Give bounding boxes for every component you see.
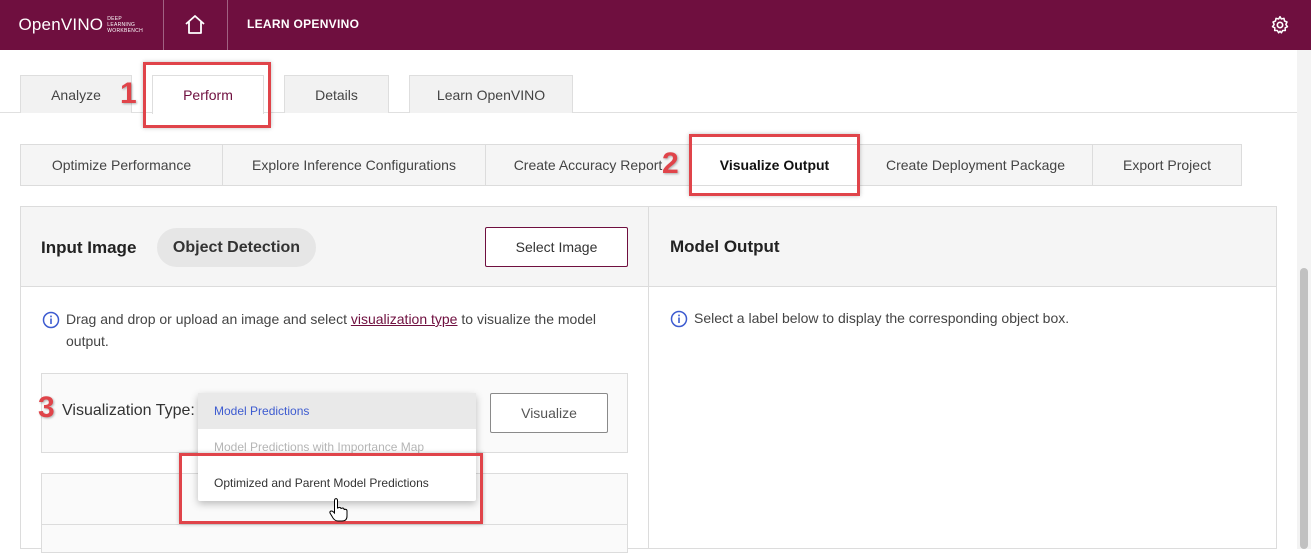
input-panel-header: Input Image Object Detection Select Imag… [21, 207, 648, 287]
subtab-optimize-performance[interactable]: Optimize Performance [21, 145, 223, 185]
tab-analyze[interactable]: Analyze [20, 75, 132, 113]
input-info-text: Drag and drop or upload an image and sel… [66, 308, 626, 352]
home-icon[interactable] [183, 13, 207, 37]
subtab-explore-inference[interactable]: Explore Inference Configurations [223, 145, 486, 185]
drop-zone-divider [42, 524, 627, 525]
tab-details[interactable]: Details [284, 75, 389, 113]
annotation-number-3: 3 [38, 391, 55, 425]
subtab-create-deployment-package[interactable]: Create Deployment Package [859, 145, 1093, 185]
header-divider [163, 0, 164, 50]
annotation-number-1: 1 [120, 77, 137, 111]
top-bar: OpenVINO DEEP LEARNING WORKBENCH LEARN O… [0, 0, 1311, 50]
select-image-button[interactable]: Select Image [485, 227, 628, 267]
header-divider [227, 0, 228, 50]
output-panel-header: Model Output [649, 207, 1276, 287]
annotation-box-1 [143, 62, 271, 128]
logo-text: OpenVINO [18, 15, 103, 35]
gear-icon[interactable] [1270, 15, 1290, 35]
model-output-title: Model Output [670, 237, 780, 257]
annotation-number-2: 2 [662, 147, 679, 181]
object-detection-chip: Object Detection [157, 228, 316, 267]
visualize-button[interactable]: Visualize [490, 393, 608, 433]
model-output-panel: Model Output Select a label below to dis… [648, 206, 1277, 549]
learn-openvino-link[interactable]: LEARN OPENVINO [247, 17, 359, 31]
output-info-text: Select a label below to display the corr… [694, 307, 1069, 329]
openvino-logo[interactable]: OpenVINO DEEP LEARNING WORKBENCH [18, 7, 143, 43]
annotation-box-2 [689, 134, 860, 196]
sub-tabs: Optimize Performance Explore Inference C… [20, 144, 1242, 186]
input-image-title: Input Image [41, 238, 136, 258]
subtab-create-accuracy-report[interactable]: Create Accuracy Report [486, 145, 691, 185]
tab-learn-openvino[interactable]: Learn OpenVINO [409, 75, 573, 113]
visualization-type-label: Visualization Type: [62, 402, 195, 420]
logo-subtext: DEEP LEARNING WORKBENCH [107, 16, 143, 34]
hand-cursor-icon [328, 497, 350, 523]
info-icon [42, 311, 60, 329]
subtab-export-project[interactable]: Export Project [1093, 145, 1241, 185]
info-icon [670, 310, 688, 328]
visualization-type-link[interactable]: visualization type [351, 311, 458, 327]
option-model-predictions[interactable]: Model Predictions [198, 393, 476, 429]
scrollbar-thumb[interactable] [1300, 268, 1308, 549]
